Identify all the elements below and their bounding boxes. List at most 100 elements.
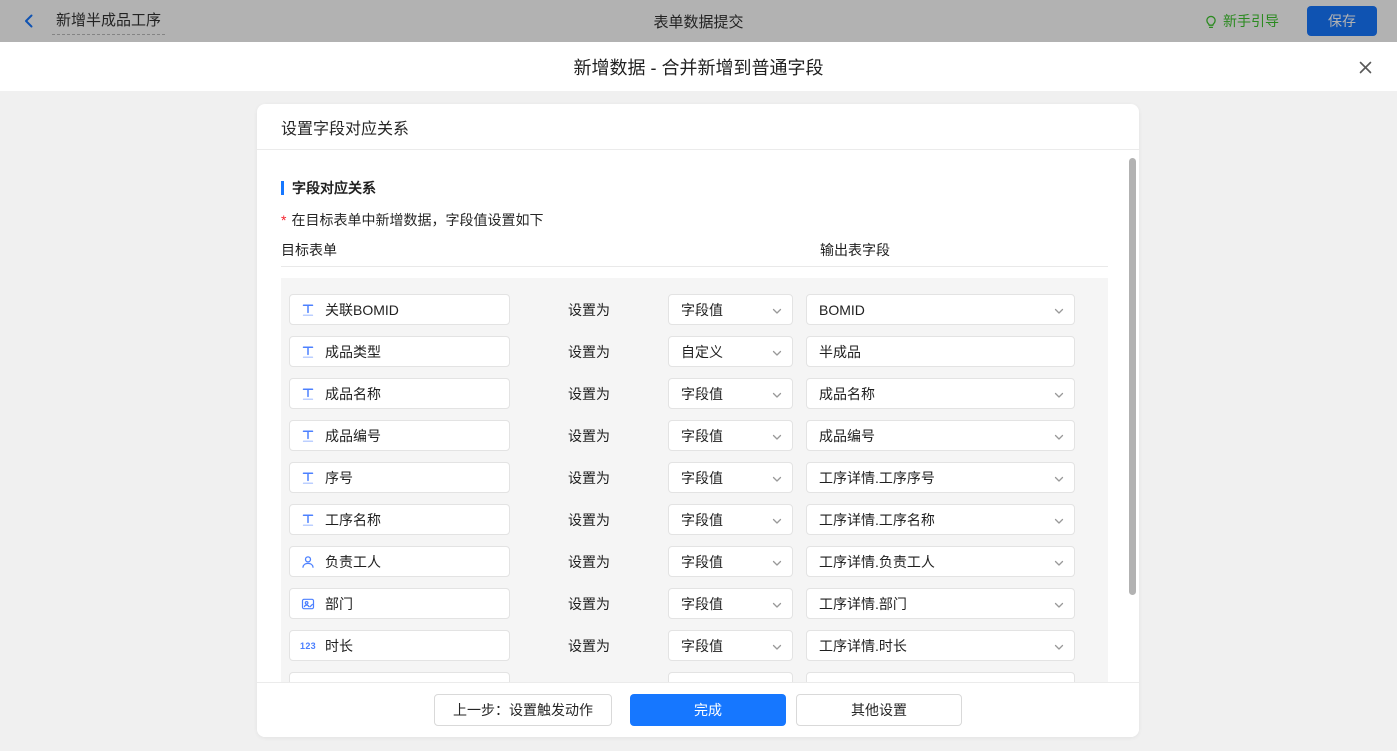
chevron-down-icon: [1054, 512, 1064, 528]
output-field-select[interactable]: BOMID: [806, 294, 1075, 325]
value-mode-value: 字段值: [681, 511, 723, 528]
set-as-label: 设置为: [568, 512, 610, 528]
output-field-select[interactable]: 工序详情.负责工人: [806, 546, 1075, 577]
set-as-label: 设置为: [568, 386, 610, 402]
save-button[interactable]: 保存: [1307, 6, 1377, 36]
target-field-label: 部门: [325, 595, 353, 612]
output-field-value: 半成品: [819, 343, 861, 360]
target-field-input[interactable]: 关联BOMID: [289, 294, 510, 325]
chevron-down-icon: [772, 554, 782, 570]
dialog-header: 新增数据 - 合并新增到普通字段: [0, 42, 1397, 92]
set-as-label: 设置为: [568, 596, 610, 612]
value-mode-value: 字段值: [681, 637, 723, 654]
field-mapping-row: 负责工人 设置为 字段值 工序详情.负责工人: [289, 546, 1108, 577]
set-as-label: 设置为: [568, 554, 610, 570]
column-header-target-form: 目标表单: [281, 242, 337, 258]
chevron-down-icon: [1054, 428, 1064, 444]
chevron-down-icon: [772, 596, 782, 612]
output-field-select[interactable]: 成品名称: [806, 378, 1075, 409]
close-icon[interactable]: [1355, 57, 1375, 77]
field-type-icon: [300, 345, 316, 359]
output-field-select[interactable]: 工序详情.部门: [806, 588, 1075, 619]
target-field-input[interactable]: 工序名称: [289, 504, 510, 535]
value-mode-select[interactable]: 字段值: [668, 462, 793, 493]
value-mode-select[interactable]: 自定义: [668, 336, 793, 367]
output-field-select[interactable]: 工序详情.工序名称: [806, 504, 1075, 535]
done-button[interactable]: 完成: [630, 694, 786, 726]
section-description: * 在目标表单中新增数据，字段值设置如下: [281, 212, 544, 228]
chevron-down-icon: [772, 512, 782, 528]
output-field-select[interactable]: 工序详情.时长: [806, 630, 1075, 661]
custom-value-input[interactable]: 半成品: [806, 336, 1075, 367]
value-mode-select[interactable]: 字段值: [668, 630, 793, 661]
set-as-label: 设置为: [568, 428, 610, 444]
chevron-down-icon: [772, 386, 782, 402]
back-icon[interactable]: [20, 12, 38, 30]
field-mapping-row: 序号 设置为 字段值 工序详情.工序序号: [289, 462, 1108, 493]
target-field-label: 成品名称: [325, 385, 381, 402]
chevron-down-icon: [1054, 596, 1064, 612]
card-title: 设置字段对应关系: [281, 120, 410, 138]
target-field-input[interactable]: 成品名称: [289, 378, 510, 409]
field-mapping-row: 成品名称 设置为 字段值 成品名称: [289, 378, 1108, 409]
value-mode-select[interactable]: 字段值: [668, 294, 793, 325]
field-type-icon: [300, 471, 316, 485]
value-mode-select[interactable]: 字段值: [668, 546, 793, 577]
target-field-label: 工序名称: [325, 511, 381, 528]
card-body: 字段对应关系 * 在目标表单中新增数据，字段值设置如下 目标表单 输出表字段 关…: [257, 150, 1139, 682]
process-name-title[interactable]: 新增半成品工序: [52, 7, 166, 35]
required-asterisk: *: [281, 212, 287, 228]
value-mode-value: 字段值: [681, 301, 723, 318]
field-type-icon: [300, 429, 316, 443]
target-field-label: 序号: [325, 469, 353, 486]
target-field-input[interactable]: 序号: [289, 462, 510, 493]
column-headers: 目标表单 输出表字段: [281, 240, 1108, 260]
field-mapping-row: 关联BOMID 设置为 字段值 BOMID: [289, 294, 1108, 325]
field-type-icon: [300, 597, 316, 611]
chevron-down-icon: [772, 638, 782, 654]
target-field-input[interactable]: 部门: [289, 588, 510, 619]
value-mode-value: 字段值: [681, 553, 723, 570]
field-mapping-row: 工序名称 设置为 字段值 工序详情.工序名称: [289, 504, 1108, 535]
target-field-input[interactable]: 负责工人: [289, 546, 510, 577]
output-field-value: 工序详情.工序序号: [819, 469, 935, 486]
other-settings-button[interactable]: 其他设置: [796, 694, 962, 726]
chevron-down-icon: [772, 302, 782, 318]
dialog-title: 新增数据 - 合并新增到普通字段: [573, 57, 824, 78]
set-as-label: 设置为: [568, 470, 610, 486]
output-field-select[interactable]: 成品编号: [806, 420, 1075, 451]
target-field-input[interactable]: 成品编号: [289, 420, 510, 451]
section-accent-bar: [281, 181, 284, 195]
field-type-icon: 123: [300, 640, 316, 651]
value-mode-select[interactable]: [668, 672, 793, 682]
value-mode-select[interactable]: 字段值: [668, 378, 793, 409]
output-field-value: 工序详情.部门: [819, 595, 907, 612]
top-toolbar: 新增半成品工序 表单数据提交 新手引导 保存: [0, 0, 1397, 42]
value-mode-select[interactable]: 字段值: [668, 420, 793, 451]
vertical-scrollbar[interactable]: [1129, 158, 1136, 595]
output-field-select[interactable]: [806, 672, 1075, 682]
field-type-icon: [300, 387, 316, 401]
section-header: 字段对应关系: [281, 180, 1108, 196]
value-mode-value: 字段值: [681, 469, 723, 486]
field-mapping-row: 成品类型 设置为 自定义 半成品: [289, 336, 1108, 367]
field-mapping-card: 设置字段对应关系 字段对应关系 * 在目标表单中新增数据，字段值设置如下 目标表…: [257, 104, 1139, 737]
set-as-label: 设置为: [568, 344, 610, 360]
output-field-value: 成品编号: [819, 427, 875, 444]
previous-step-button[interactable]: 上一步：设置触发动作: [434, 694, 612, 726]
header-divider: [281, 266, 1108, 267]
value-mode-value: 自定义: [681, 343, 723, 360]
beginner-guide-link[interactable]: 新手引导: [1204, 11, 1279, 31]
value-mode-value: 字段值: [681, 595, 723, 612]
output-field-select[interactable]: 工序详情.工序序号: [806, 462, 1075, 493]
set-as-label: 设置为: [568, 302, 610, 318]
value-mode-select[interactable]: 字段值: [668, 588, 793, 619]
value-mode-select[interactable]: 字段值: [668, 504, 793, 535]
output-field-value: 工序详情.负责工人: [819, 553, 935, 570]
chevron-down-icon: [1054, 638, 1064, 654]
field-mapping-list: 关联BOMID 设置为 字段值 BOMID 成品类型 设置为 自定义 半成品 成: [281, 278, 1108, 682]
target-field-input[interactable]: 123 时长: [289, 630, 510, 661]
field-type-icon: [300, 555, 316, 569]
target-field-input[interactable]: [289, 672, 510, 682]
target-field-input[interactable]: 成品类型: [289, 336, 510, 367]
